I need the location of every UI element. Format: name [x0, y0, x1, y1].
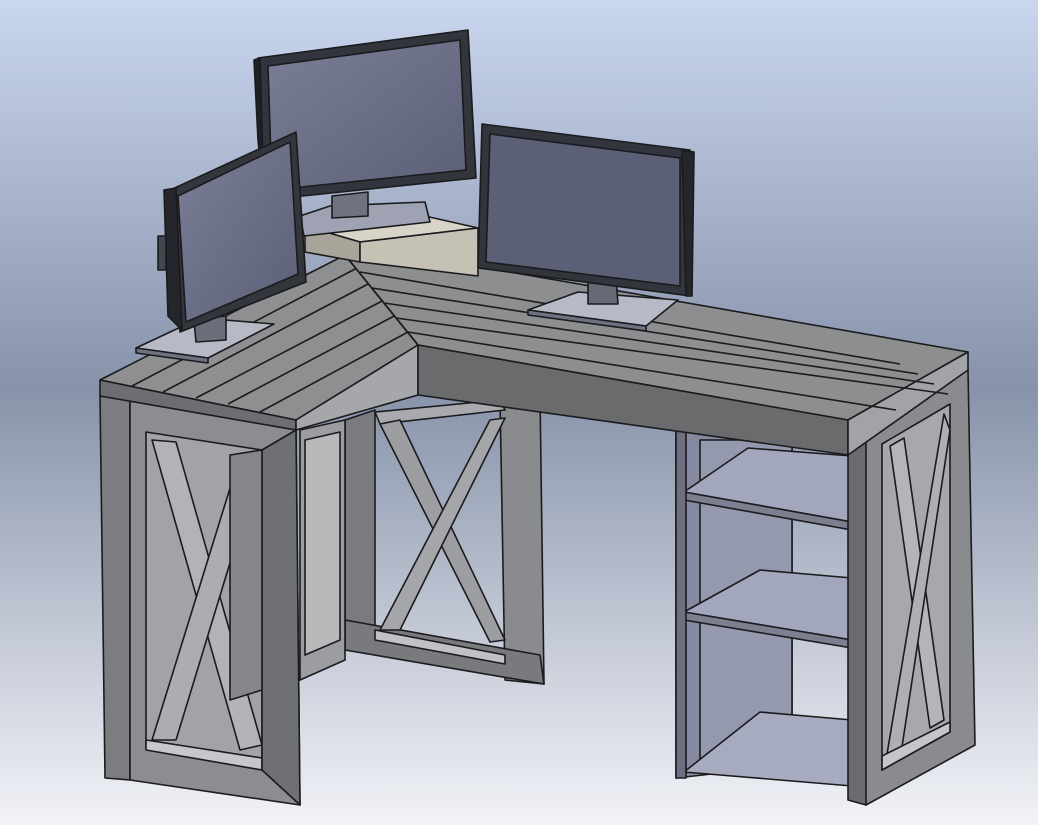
shelf-unit	[675, 429, 853, 787]
cad-viewport[interactable]	[0, 0, 1038, 825]
left-x-leg-frame	[99, 395, 301, 806]
desk-model-render	[0, 0, 1038, 825]
